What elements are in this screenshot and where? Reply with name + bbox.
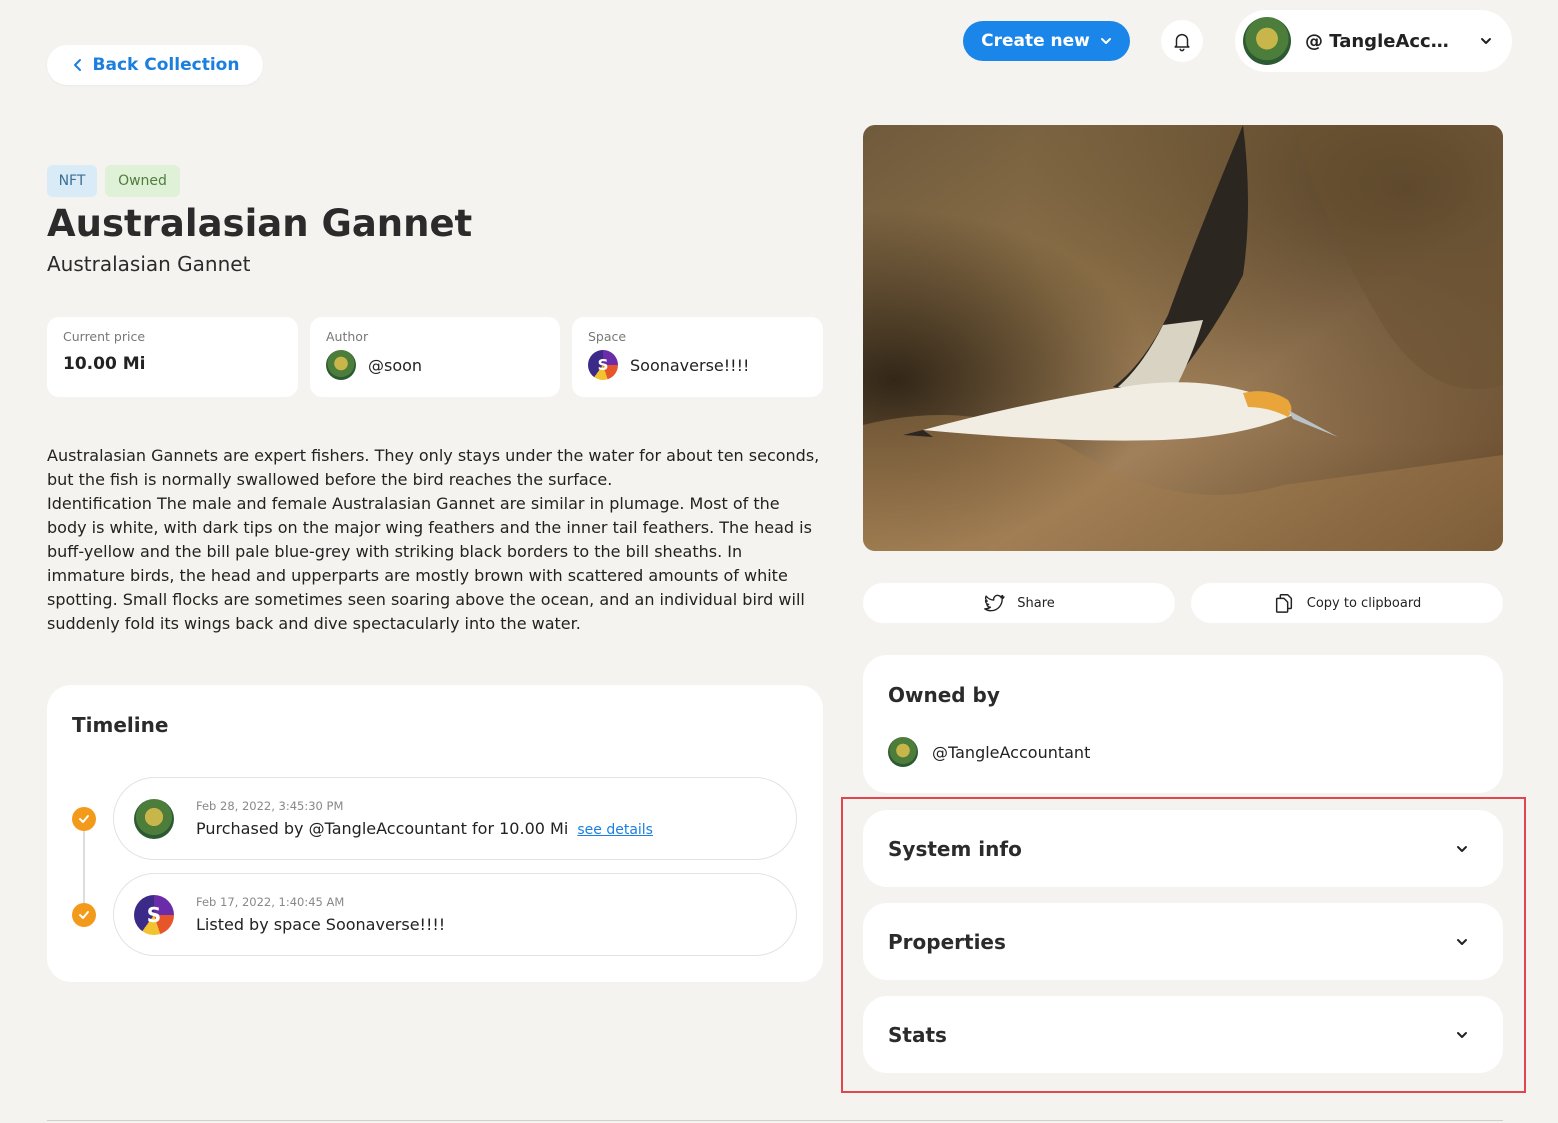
nft-image [863,125,1503,551]
timeline-date: Feb 17, 2022, 1:40:45 AM [196,895,345,909]
timeline-card: Timeline Feb 28, 2022, 3:45:30 PM Purcha… [47,685,823,982]
owned-by-title: Owned by [888,683,1000,707]
space-avatar[interactable]: S [588,350,618,380]
timeline-item: S Feb 17, 2022, 1:40:45 AM Listed by spa… [113,873,797,956]
chevron-left-icon [73,59,81,71]
user-avatar [134,798,174,839]
page-subtitle: Australasian Gannet [47,252,251,276]
nft-badge: NFT [47,165,97,197]
copy-to-clipboard-button[interactable]: Copy to clipboard [1191,583,1503,623]
user-menu[interactable]: @ TangleAccountant [1235,10,1512,72]
back-collection-button[interactable]: Back Collection [47,45,263,85]
user-avatar [1243,17,1291,65]
chevron-down-icon [1457,938,1467,945]
properties-accordion[interactable]: Properties [863,903,1503,980]
see-details-link[interactable]: see details [577,822,653,838]
author-name[interactable]: @soon [368,356,422,375]
share-button[interactable]: Share [863,583,1175,623]
owned-badge: Owned [105,165,180,197]
bell-icon [1174,33,1190,52]
copy-label: Copy to clipboard [1306,595,1422,611]
timeline-title: Timeline [72,713,169,737]
create-new-button[interactable]: Create new [963,21,1130,61]
timeline-item: Feb 28, 2022, 3:45:30 PM Purchased by @T… [113,777,797,860]
nft-description: Australasian Gannets are expert fishers.… [47,444,823,636]
description-paragraph: Identification The male and female Austr… [47,494,812,633]
space-name[interactable]: Soonaverse!!!! [630,356,749,375]
stats-title: Stats [888,1022,947,1047]
check-icon [72,807,96,831]
current-price-label: Current price [63,329,146,344]
chevron-down-icon [1457,1031,1467,1038]
description-paragraph: Australasian Gannets are expert fishers.… [47,446,820,489]
footer-divider [47,1120,1503,1121]
space-card: Space S Soonaverse!!!! [572,317,823,397]
owned-by-card: Owned by @TangleAccountant [863,655,1503,793]
check-icon [72,903,96,927]
timeline-text: Listed by space Soonaverse!!!! [196,915,446,934]
owner-name[interactable]: @TangleAccountant [932,743,1090,762]
chevron-down-icon [1457,845,1467,852]
page-title: Australasian Gannet [47,202,473,245]
chevron-down-icon [1481,38,1491,44]
space-label: Space [588,329,627,344]
user-name: @ TangleAccountant [1305,30,1457,52]
notifications-button[interactable] [1161,20,1203,62]
author-card: Author @soon [310,317,560,397]
share-label: Share [1017,595,1055,611]
timeline-text: Purchased by @TangleAccountant for 10.00… [196,819,569,838]
timeline-date: Feb 28, 2022, 3:45:30 PM [196,799,344,813]
current-price-card: Current price 10.00 Mi [47,317,298,397]
properties-title: Properties [888,929,1006,954]
owner-avatar[interactable] [888,737,918,767]
back-collection-label: Back Collection [92,55,240,75]
system-info-accordion[interactable]: System info [863,810,1503,887]
current-price-value: 10.00 Mi [63,354,146,374]
stats-accordion[interactable]: Stats [863,996,1503,1073]
chevron-down-icon [1100,38,1111,44]
author-avatar[interactable] [326,350,356,380]
system-info-title: System info [888,836,1022,861]
twitter-icon [984,594,1005,612]
author-label: Author [326,329,369,344]
space-avatar: S [134,894,174,935]
timeline-connector [83,818,85,915]
create-new-label: Create new [981,31,1090,51]
copy-icon [1275,594,1292,613]
